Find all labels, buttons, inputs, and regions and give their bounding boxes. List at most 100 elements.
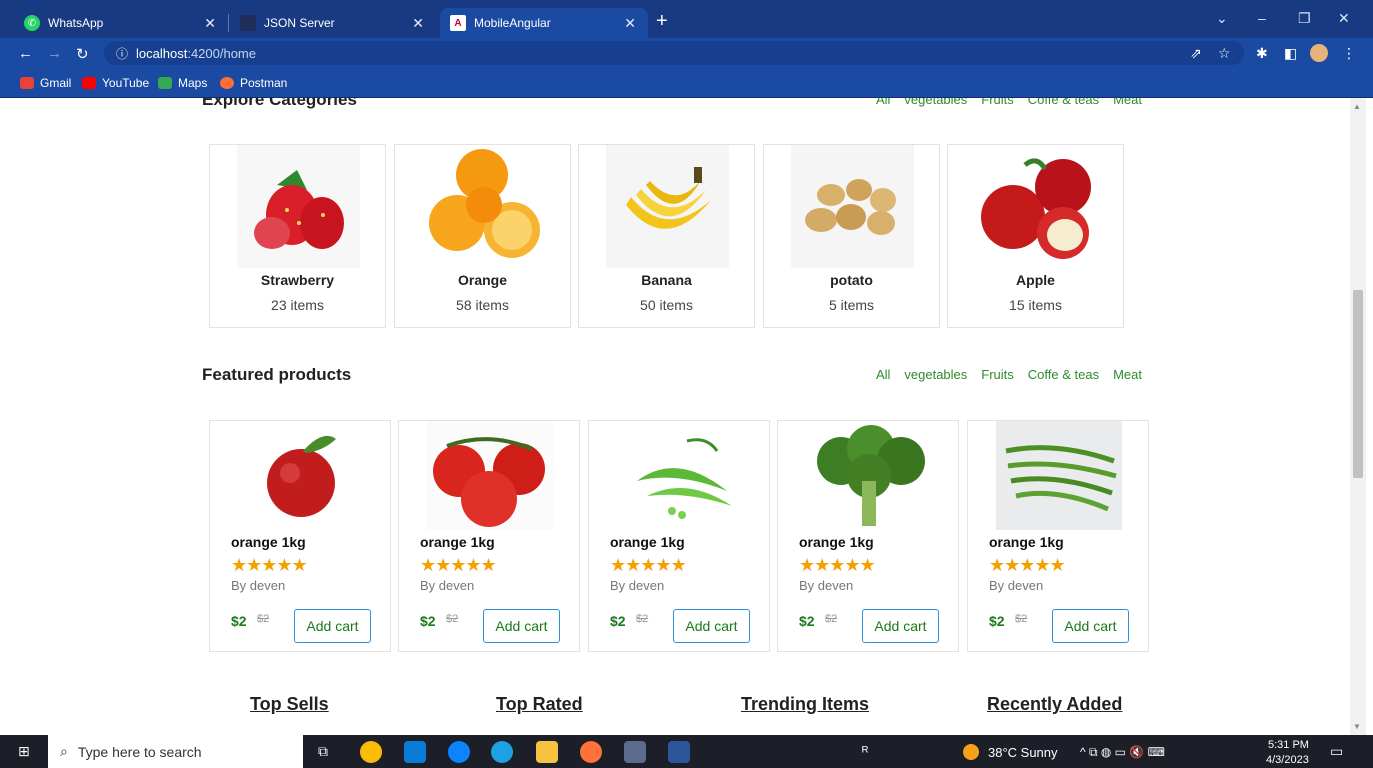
bookmark-youtube[interactable]: YouTube bbox=[82, 76, 149, 90]
potato-icon bbox=[791, 145, 914, 268]
clock-time[interactable]: 5:31 PM bbox=[1268, 739, 1309, 751]
product-card: orange 1kg ★★★★★ By deven $2 $2 Add cart bbox=[967, 420, 1149, 652]
bookmark-postman[interactable]: Postman bbox=[220, 76, 287, 90]
profile-avatar[interactable] bbox=[1310, 44, 1328, 62]
json-server-icon bbox=[240, 15, 256, 31]
share-icon[interactable]: ⇗ bbox=[1190, 45, 1202, 62]
category-card-orange[interactable]: Orange 58 items bbox=[394, 144, 571, 328]
menu-icon[interactable]: ⋮ bbox=[1342, 45, 1356, 62]
product-old-price: $2 bbox=[257, 613, 270, 625]
bookmark-label: Postman bbox=[240, 76, 288, 90]
category-name: potato bbox=[830, 272, 873, 288]
address-toolbar: ← → ↻ ⓘ localhost:4200/home ⇗ ☆ ✱ ◧ ⋮ bbox=[0, 38, 1373, 68]
address-input[interactable]: ⓘ localhost:4200/home bbox=[104, 41, 1244, 65]
trending-items-link[interactable]: Trending Items bbox=[741, 694, 869, 715]
filter-vegetables[interactable]: vegetables bbox=[904, 367, 967, 382]
filter-fruits[interactable]: Fruits bbox=[981, 367, 1014, 382]
close-tab-icon[interactable]: ✕ bbox=[624, 15, 636, 32]
scrollbar-thumb[interactable] bbox=[1353, 290, 1363, 478]
product-price: $2 bbox=[610, 613, 626, 629]
tab-title: JSON Server bbox=[264, 16, 335, 30]
weather-text[interactable]: 38°C Sunny bbox=[988, 745, 1058, 760]
add-cart-button[interactable]: Add cart bbox=[1052, 609, 1129, 643]
word-icon[interactable] bbox=[668, 741, 690, 763]
filter-coffe-teas[interactable]: Coffe & teas bbox=[1028, 367, 1099, 382]
tab-search-chevron-icon[interactable]: ⌄ bbox=[1216, 10, 1228, 27]
product-vendor: By deven bbox=[231, 578, 286, 593]
scroll-down-icon[interactable]: ▼ bbox=[1353, 722, 1361, 731]
reload-icon[interactable]: ↻ bbox=[76, 45, 89, 63]
people-icon[interactable]: ᴿ bbox=[862, 743, 868, 759]
close-tab-icon[interactable]: ✕ bbox=[412, 15, 424, 32]
app-icon[interactable] bbox=[624, 741, 646, 763]
product-old-price: $2 bbox=[446, 613, 459, 625]
page-scrollbar[interactable]: ▲ ▼ bbox=[1350, 98, 1366, 735]
filter-vegetables[interactable]: vegetables bbox=[904, 98, 967, 107]
whatsapp-icon: ✆ bbox=[24, 15, 40, 31]
product-vendor: By deven bbox=[420, 578, 475, 593]
firefox-icon[interactable] bbox=[580, 741, 602, 763]
skype-icon[interactable] bbox=[448, 741, 470, 763]
bookmark-label: YouTube bbox=[102, 76, 150, 90]
tab-title: WhatsApp bbox=[48, 16, 104, 30]
category-card-apple[interactable]: Apple 15 items bbox=[947, 144, 1124, 328]
new-tab-icon[interactable]: + bbox=[656, 10, 668, 33]
file-explorer-icon[interactable] bbox=[536, 741, 558, 763]
filter-all[interactable]: All bbox=[876, 98, 890, 107]
tab-json-server[interactable]: JSON Server ✕ bbox=[230, 8, 436, 38]
add-cart-button[interactable]: Add cart bbox=[673, 609, 750, 643]
url-path: :4200/home bbox=[187, 45, 256, 61]
taskbar-search-input[interactable]: ⌕ Type here to search bbox=[48, 735, 303, 768]
close-tab-icon[interactable]: ✕ bbox=[204, 15, 216, 32]
product-old-price: $2 bbox=[1015, 613, 1028, 625]
filter-meat[interactable]: Meat bbox=[1113, 367, 1142, 382]
task-view-icon[interactable]: ⧉ bbox=[318, 743, 328, 760]
product-name: orange 1kg bbox=[799, 534, 874, 550]
chrome-icon[interactable] bbox=[360, 741, 382, 763]
side-panel-icon[interactable]: ◧ bbox=[1284, 45, 1297, 62]
minimize-icon[interactable]: – bbox=[1258, 10, 1266, 26]
top-sells-link[interactable]: Top Sells bbox=[250, 694, 329, 715]
product-vendor: By deven bbox=[799, 578, 854, 593]
add-cart-button[interactable]: Add cart bbox=[862, 609, 939, 643]
restore-icon[interactable]: ❐ bbox=[1298, 10, 1311, 27]
category-card-strawberry[interactable]: Strawberry 23 items bbox=[209, 144, 386, 328]
strawberry-icon bbox=[237, 145, 360, 268]
vscode-icon[interactable] bbox=[404, 741, 426, 763]
recently-added-link[interactable]: Recently Added bbox=[987, 694, 1122, 715]
filter-coffe-teas[interactable]: Coffe & teas bbox=[1028, 98, 1099, 107]
filter-fruits[interactable]: Fruits bbox=[981, 98, 1014, 107]
product-card: orange 1kg ★★★★★ By deven $2 $2 Add cart bbox=[588, 420, 770, 652]
category-card-banana[interactable]: Banana 50 items bbox=[578, 144, 755, 328]
add-cart-button[interactable]: Add cart bbox=[483, 609, 560, 643]
category-count: 23 items bbox=[271, 297, 324, 313]
product-price: $2 bbox=[231, 613, 247, 629]
apple-icon bbox=[975, 145, 1098, 268]
system-tray-icons[interactable]: ^ ⧉ ◍ ▭ 🔇 ⌨ bbox=[1080, 745, 1165, 760]
top-rated-link[interactable]: Top Rated bbox=[496, 694, 583, 715]
notifications-icon[interactable]: ▭ bbox=[1330, 743, 1343, 760]
forward-icon[interactable]: → bbox=[47, 45, 62, 62]
weather-sun-icon bbox=[963, 744, 979, 760]
clock-date[interactable]: 4/3/2023 bbox=[1266, 754, 1309, 766]
category-name: Apple bbox=[1016, 272, 1055, 288]
banana-icon bbox=[606, 145, 729, 268]
tab-whatsapp[interactable]: ✆ WhatsApp ✕ bbox=[14, 8, 228, 38]
back-icon[interactable]: ← bbox=[18, 45, 33, 62]
bookmark-gmail[interactable]: Gmail bbox=[20, 76, 71, 90]
filter-all[interactable]: All bbox=[876, 367, 890, 382]
edge-icon[interactable] bbox=[491, 741, 513, 763]
windows-start-icon[interactable]: ⊞ bbox=[18, 743, 30, 760]
categories-title: Explore Categories bbox=[202, 98, 357, 109]
filter-meat[interactable]: Meat bbox=[1113, 98, 1142, 107]
category-card-potato[interactable]: potato 5 items bbox=[763, 144, 940, 328]
extensions-icon[interactable]: ✱ bbox=[1256, 45, 1268, 62]
scroll-up-icon[interactable]: ▲ bbox=[1353, 102, 1361, 111]
bookmark-maps[interactable]: Maps bbox=[158, 76, 207, 90]
category-count: 58 items bbox=[456, 297, 509, 313]
close-window-icon[interactable]: ✕ bbox=[1338, 10, 1350, 27]
add-cart-button[interactable]: Add cart bbox=[294, 609, 371, 643]
tab-mobile-angular[interactable]: A MobileAngular ✕ bbox=[440, 8, 648, 38]
bookmark-star-icon[interactable]: ☆ bbox=[1218, 45, 1231, 62]
angular-icon: A bbox=[450, 15, 466, 31]
